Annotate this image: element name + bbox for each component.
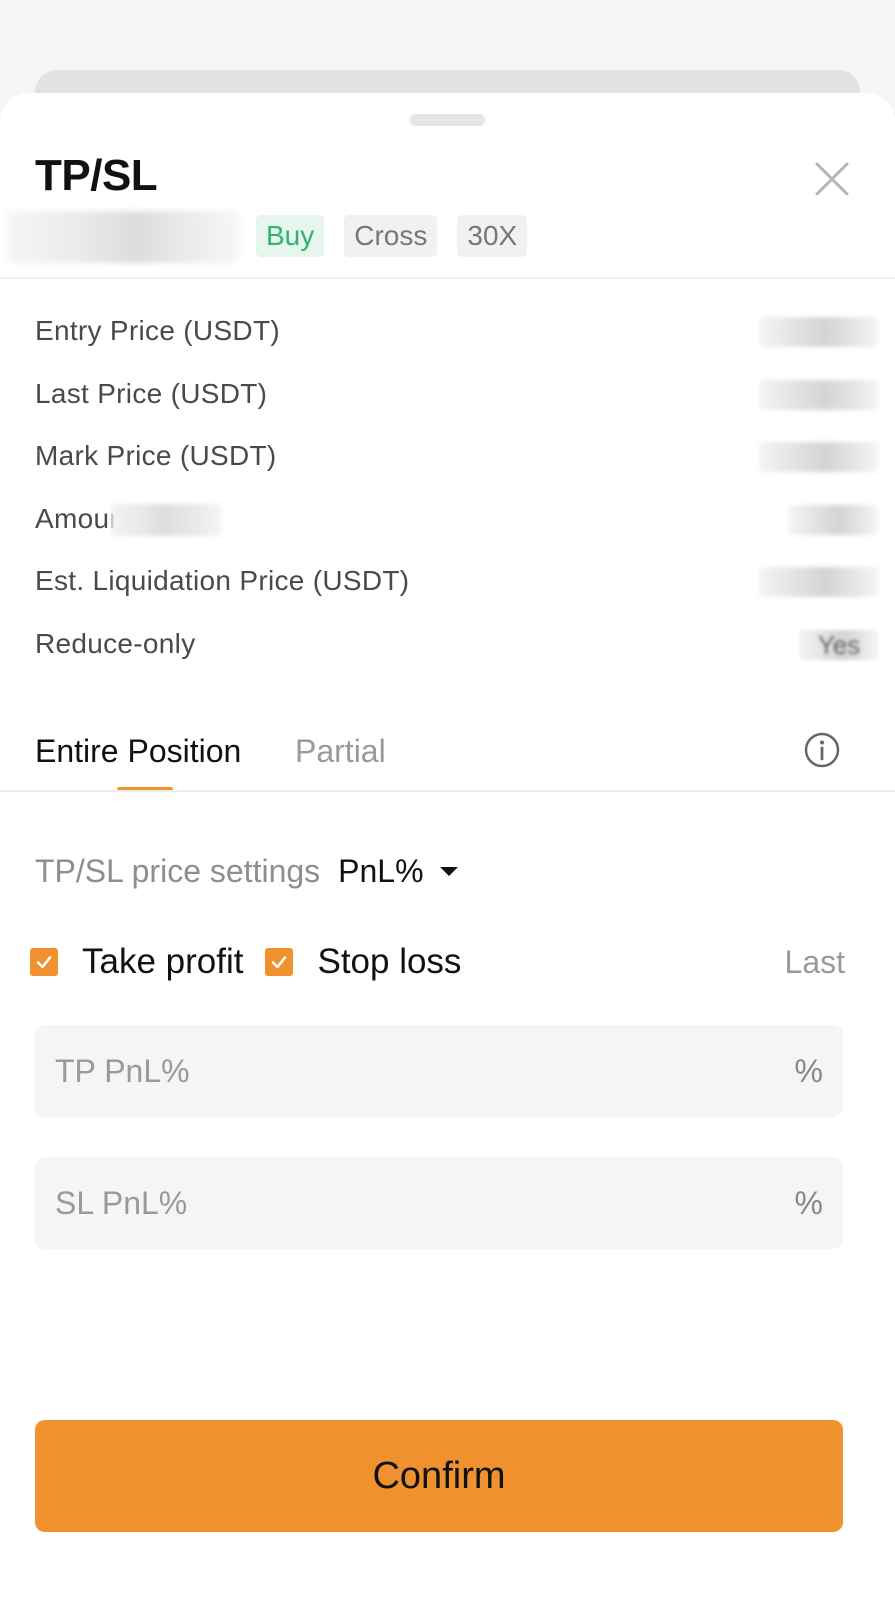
info-label: Est. Liquidation Price (USDT): [35, 565, 410, 596]
leverage-tag: 30X: [457, 215, 528, 257]
info-row-mark-price: Mark Price (USDT): [35, 440, 885, 503]
tpsl-checkbox-row: Take profit Stop loss Last: [30, 937, 845, 987]
tab-entire-position[interactable]: Entire Position: [35, 733, 241, 770]
tp-unit-label: %: [794, 1053, 823, 1089]
margin-mode-tag: Cross: [344, 215, 438, 257]
info-value-redacted: [789, 504, 879, 535]
stop-loss-label: Stop loss: [317, 942, 462, 981]
header-divider: [0, 277, 895, 279]
tab-partial[interactable]: Partial: [295, 733, 386, 770]
sl-unit-label: %: [794, 1185, 823, 1221]
drag-handle[interactable]: [410, 114, 485, 126]
tabs-divider: [0, 790, 895, 792]
trigger-price-type-selector[interactable]: Last: [785, 944, 845, 981]
tp-pnl-field: %: [35, 1025, 843, 1117]
symbol-name-redacted: [6, 211, 240, 263]
price-settings-dropdown[interactable]: PnL%: [338, 853, 458, 890]
info-value-redacted: [759, 442, 879, 472]
info-value-redacted: [759, 379, 879, 410]
confirm-button[interactable]: Confirm: [35, 1420, 843, 1532]
take-profit-label: Take profit: [82, 942, 244, 981]
info-icon: [804, 732, 840, 768]
label-redacted: [110, 504, 221, 537]
position-info-list: Entry Price (USDT) Last Price (USDT) Mar…: [35, 315, 885, 690]
checkmark-icon: [36, 956, 52, 969]
take-profit-checkbox[interactable]: Take profit: [30, 942, 243, 982]
info-value-redacted: [759, 317, 879, 347]
stop-loss-checkbox[interactable]: Stop loss: [265, 942, 461, 982]
checkbox-checked: [30, 948, 58, 976]
close-button[interactable]: [808, 155, 856, 203]
info-label-text: Amour: [35, 502, 119, 534]
info-label-amount: Amour: [35, 503, 221, 537]
price-settings-row: TP/SL price settings PnL%: [35, 853, 458, 890]
info-row-amount: Amour: [35, 503, 885, 566]
tpsl-bottom-sheet: TP/SL Buy Cross 30X Entry Price (USDT) L…: [0, 93, 895, 1600]
info-label: Reduce-only: [35, 627, 196, 659]
side-tag: Buy: [256, 215, 325, 257]
sl-pnl-field: %: [35, 1157, 843, 1249]
reduce-only-value: Yes: [799, 629, 879, 660]
info-row-last-price: Last Price (USDT): [35, 378, 885, 441]
sheet-title: TP/SL: [35, 151, 158, 200]
info-label: Entry Price (USDT): [35, 315, 280, 346]
info-label: Last Price (USDT): [35, 377, 268, 409]
info-label: Mark Price (USDT): [35, 440, 277, 471]
caret-down-icon: [439, 867, 458, 876]
position-tags: Buy Cross 30X: [256, 215, 528, 257]
checkbox-checked: [265, 948, 294, 976]
info-value-redacted: [759, 567, 879, 597]
info-row-entry-price: Entry Price (USDT): [35, 315, 885, 378]
sl-pnl-input[interactable]: [55, 1157, 755, 1249]
tpsl-mode-tabs: Entire Position Partial: [35, 731, 860, 793]
info-row-reduce-only: Reduce-only Yes: [35, 628, 885, 691]
tp-pnl-input[interactable]: [55, 1025, 755, 1117]
price-settings-selected: PnL%: [338, 853, 424, 889]
info-button[interactable]: [803, 731, 841, 769]
close-icon: [815, 162, 849, 196]
price-settings-label: TP/SL price settings: [35, 853, 321, 889]
checkmark-icon: [272, 956, 287, 969]
info-row-liquidation-price: Est. Liquidation Price (USDT): [35, 565, 885, 628]
